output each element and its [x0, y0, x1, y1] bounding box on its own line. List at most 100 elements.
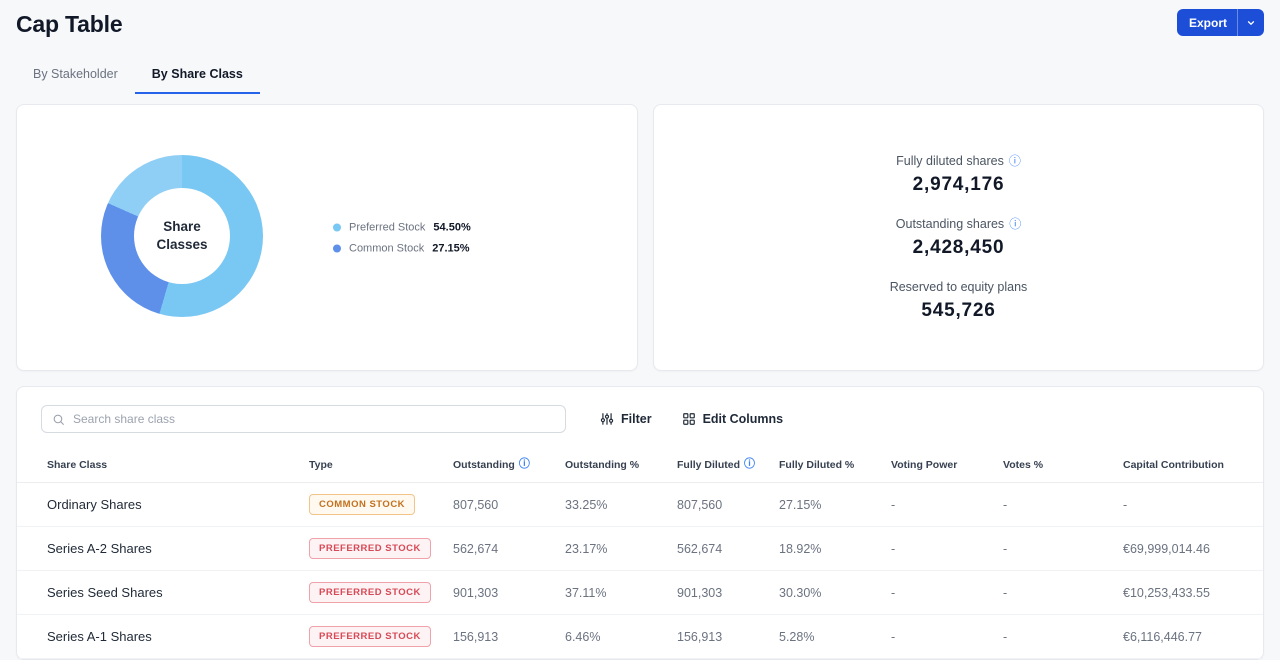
- grid-icon: [682, 412, 696, 426]
- col-votes-pct[interactable]: Votes %: [1003, 459, 1123, 471]
- cell-outstanding-pct: 37.11%: [565, 586, 677, 600]
- share-classes-chart-card: Share Classes Preferred Stock 54.50% Commo…: [16, 104, 638, 371]
- edit-columns-button-label: Edit Columns: [703, 412, 784, 426]
- cell-fully-diluted: 901,303: [677, 586, 779, 600]
- cards-row: Share Classes Preferred Stock 54.50% Commo…: [0, 94, 1280, 371]
- col-label: Fully Diluted %: [779, 459, 854, 471]
- col-capital-contribution[interactable]: Capital Contribution: [1123, 459, 1233, 471]
- summary-stat: Reserved to equity plans 545,726: [890, 280, 1028, 322]
- edit-columns-button[interactable]: Edit Columns: [682, 412, 784, 426]
- info-icon[interactable]: ⓘ: [519, 459, 530, 470]
- share-type-badge: PREFERRED STOCK: [309, 582, 431, 603]
- cell-voting-power: -: [891, 498, 1003, 512]
- summary-stat: Fully diluted sharesⓘ2,974,176: [890, 154, 1028, 196]
- col-label: Fully Diluted: [677, 459, 740, 471]
- col-fully-diluted[interactable]: Fully Diluted ⓘ: [677, 459, 779, 471]
- cell-voting-power: -: [891, 630, 1003, 644]
- cell-fully-diluted-pct: 18.92%: [779, 542, 891, 556]
- col-type[interactable]: Type: [309, 459, 453, 471]
- table-row[interactable]: Series Seed SharesPREFERRED STOCK 901,303…: [17, 571, 1263, 615]
- cell-outstanding: 901,303: [453, 586, 565, 600]
- cell-voting-power: -: [891, 542, 1003, 556]
- col-share-class[interactable]: Share Class: [47, 459, 309, 471]
- col-fully-diluted-pct[interactable]: Fully Diluted %: [779, 459, 891, 471]
- table-row[interactable]: Series A-2 SharesPREFERRED STOCK562,6742…: [17, 527, 1263, 571]
- summary-stats: Fully diluted sharesⓘ2,974,176Outstandin…: [890, 154, 1028, 322]
- search-box[interactable]: [41, 405, 566, 433]
- legend-value: 54.50%: [433, 221, 470, 233]
- cell-voting-power: -: [891, 586, 1003, 600]
- chevron-down-icon[interactable]: [1238, 18, 1264, 28]
- tab-bar: By Stakeholder By Share Class: [0, 58, 1280, 94]
- summary-card: Fully diluted sharesⓘ2,974,176Outstandin…: [653, 104, 1264, 371]
- legend-dot: [333, 223, 341, 231]
- tab-by-stakeholder[interactable]: By Stakeholder: [16, 58, 135, 94]
- filter-icon: [600, 412, 614, 426]
- cell-share-class: Series Seed Shares: [47, 585, 309, 600]
- cell-type: PREFERRED STOCK: [309, 626, 453, 647]
- share-type-badge: PREFERRED STOCK: [309, 626, 431, 647]
- col-label: Voting Power: [891, 459, 957, 471]
- cell-votes-pct: -: [1003, 586, 1123, 600]
- cell-fully-diluted: 562,674: [677, 542, 779, 556]
- filter-button[interactable]: Filter: [600, 412, 652, 426]
- cell-outstanding-pct: 6.46%: [565, 630, 677, 644]
- share-type-badge: PREFERRED STOCK: [309, 538, 431, 559]
- stat-value: 2,428,450: [890, 237, 1028, 259]
- donut-center-label: Share Classes: [151, 218, 213, 254]
- cell-fully-diluted-pct: 30.30%: [779, 586, 891, 600]
- legend-label: Preferred Stock: [349, 221, 425, 233]
- col-label: Type: [309, 459, 333, 471]
- col-outstanding-pct[interactable]: Outstanding %: [565, 459, 677, 471]
- cell-fully-diluted-pct: 27.15%: [779, 498, 891, 512]
- col-label: Capital Contribution: [1123, 459, 1224, 471]
- search-icon: [52, 413, 65, 426]
- table-row[interactable]: Series A-1 SharesPREFERRED STOCK 156,9136…: [17, 615, 1263, 659]
- cell-votes-pct: -: [1003, 498, 1123, 512]
- page-title: Cap Table: [16, 9, 122, 38]
- cell-fully-diluted: 807,560: [677, 498, 779, 512]
- col-label: Outstanding %: [565, 459, 639, 471]
- table-header-row: Share Class Type Outstanding ⓘ Outstandin…: [17, 447, 1263, 483]
- cell-capital-contribution: -: [1123, 498, 1233, 512]
- cell-outstanding-pct: 23.17%: [565, 542, 677, 556]
- stat-label: Outstanding sharesⓘ: [890, 217, 1028, 231]
- cell-capital-contribution: €6,116,446.77: [1123, 630, 1233, 644]
- col-label: Outstanding: [453, 459, 515, 471]
- tab-by-share-class[interactable]: By Share Class: [135, 58, 260, 94]
- stat-value: 545,726: [890, 300, 1028, 322]
- cell-outstanding: 156,913: [453, 630, 565, 644]
- page-header: Cap Table Export: [0, 0, 1280, 38]
- share-class-table-card: Filter Edit Columns Share Class Type Out…: [16, 386, 1264, 660]
- table-row[interactable]: Ordinary SharesCOMMON STOCK 807,56033.25%…: [17, 483, 1263, 527]
- share-type-badge: COMMON STOCK: [309, 494, 415, 515]
- table-toolbar: Filter Edit Columns: [17, 387, 1263, 447]
- donut-chart-wrap: Share Classes: [101, 155, 263, 317]
- col-outstanding[interactable]: Outstanding ⓘ: [453, 459, 565, 471]
- cell-fully-diluted: 156,913: [677, 630, 779, 644]
- info-icon[interactable]: ⓘ: [1009, 155, 1021, 167]
- chart-legend: Preferred Stock 54.50% Common Stock 27.15%: [333, 221, 471, 254]
- col-voting-power[interactable]: Voting Power: [891, 459, 1003, 471]
- cell-capital-contribution: €69,999,014.46: [1123, 542, 1233, 556]
- cell-type: PREFERRED STOCK: [309, 582, 453, 603]
- stat-value: 2,974,176: [890, 174, 1028, 196]
- stat-label: Reserved to equity plans: [890, 280, 1028, 294]
- cell-type: COMMON STOCK: [309, 494, 453, 515]
- cell-outstanding-pct: 33.25%: [565, 498, 677, 512]
- legend-item: Preferred Stock 54.50%: [333, 221, 471, 233]
- info-icon[interactable]: ⓘ: [744, 459, 755, 470]
- legend-item: Common Stock 27.15%: [333, 242, 471, 254]
- share-class-table-body: Ordinary SharesCOMMON STOCK 807,56033.25%…: [17, 483, 1263, 659]
- cell-type: PREFERRED STOCK: [309, 538, 453, 559]
- legend-value: 27.15%: [432, 242, 469, 254]
- export-button-label: Export: [1177, 16, 1237, 30]
- cell-share-class: Ordinary Shares: [47, 497, 309, 512]
- cell-share-class: Series A-1 Shares: [47, 629, 309, 644]
- cell-votes-pct: -: [1003, 630, 1123, 644]
- search-input[interactable]: [73, 412, 555, 426]
- legend-label: Common Stock: [349, 242, 424, 254]
- col-label: Votes %: [1003, 459, 1043, 471]
- info-icon[interactable]: ⓘ: [1009, 218, 1021, 230]
- export-button[interactable]: Export: [1177, 9, 1264, 36]
